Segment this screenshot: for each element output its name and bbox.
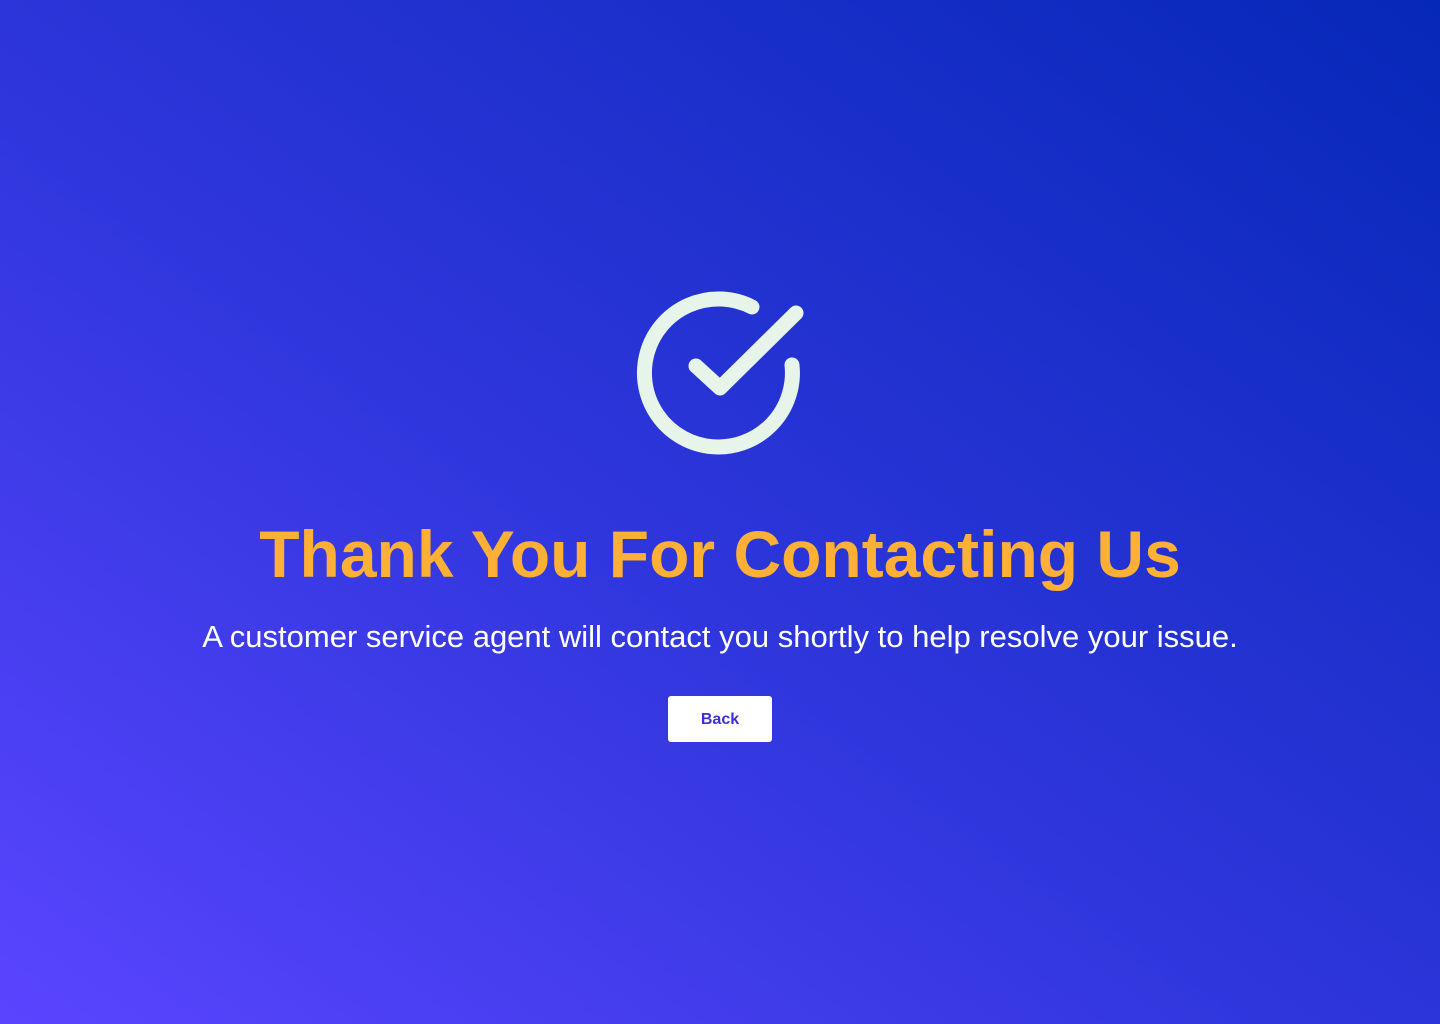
page-title: Thank You For Contacting Us (259, 517, 1181, 591)
confirmation-message: A customer service agent will contact yo… (202, 619, 1238, 654)
check-circle-icon (636, 288, 804, 456)
back-button[interactable]: Back (668, 696, 772, 742)
confirmation-page: Thank You For Contacting Us A customer s… (0, 0, 1440, 1024)
